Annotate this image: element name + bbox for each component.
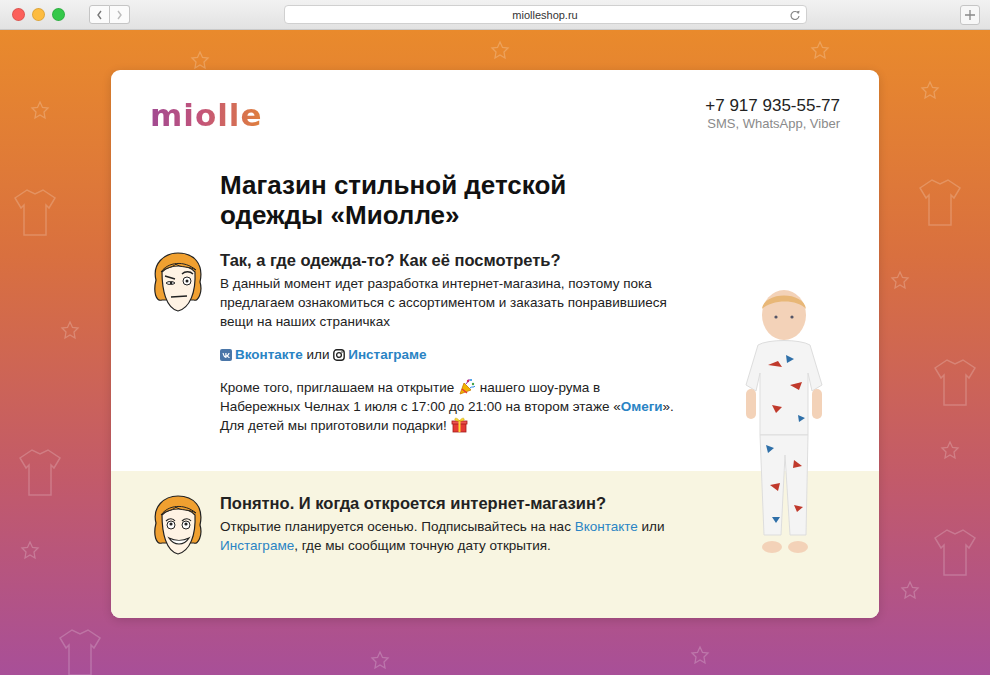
messenger-list: SMS, WhatsApp, Viber [705, 116, 840, 132]
vk-icon [220, 349, 232, 361]
reload-icon [789, 9, 801, 21]
zoom-button[interactable] [52, 8, 65, 21]
faq-answer: Понятно. И когда откроется интернет-мага… [220, 493, 680, 560]
minimize-button[interactable] [32, 8, 45, 21]
text: или [303, 347, 333, 362]
skeptical-face-icon [150, 250, 205, 314]
faq-question: Понятно. И когда откроется интернет-мага… [220, 493, 680, 513]
text-link[interactable]: Вконтакте [575, 519, 638, 534]
forward-arrow-icon [115, 9, 124, 21]
instagram-icon [333, 349, 345, 361]
phone-number[interactable]: +7 917 935-55-77 [705, 96, 840, 116]
gift-icon [451, 416, 468, 433]
window-controls [12, 8, 65, 21]
browser-toolbar: miolleshop.ru [0, 0, 990, 30]
url-text[interactable]: miolleshop.ru [512, 9, 577, 21]
text-link[interactable]: Омеги [621, 399, 663, 414]
child-photo [728, 285, 840, 558]
text: или [638, 519, 665, 534]
link-text[interactable]: Инстаграме [348, 347, 426, 362]
text: В данный момент идет разработка интернет… [220, 276, 667, 329]
navigation-buttons [89, 5, 130, 24]
page-title: Магазин стильной детской одежды «Миолле» [220, 170, 640, 230]
page-background: miolle +7 917 935-55-77SMS, WhatsApp, Vib… [0, 30, 990, 675]
new-tab-button[interactable] [960, 5, 980, 25]
faq-paragraph: Открытие планируется осенью. Подписывайт… [220, 517, 680, 555]
text: Открытие планируется осенью. Подписывайт… [220, 519, 575, 534]
faq-question: Так, а где одежда-то? Как её посмотреть? [220, 250, 680, 270]
faq-paragraph: В данный момент идет разработка интернет… [220, 274, 680, 331]
faq-paragraph: Кроме того, приглашаем на открытие нашег… [220, 378, 680, 435]
forward-button[interactable] [110, 5, 130, 24]
instagram-link[interactable]: Инстаграме [333, 347, 426, 362]
party-popper-icon [458, 378, 476, 395]
link-text[interactable]: Вконтакте [235, 347, 303, 362]
back-button[interactable] [89, 5, 110, 24]
back-arrow-icon [95, 9, 104, 21]
text-link[interactable]: Инстаграме [220, 538, 294, 553]
faq-answer: Так, а где одежда-то? Как её посмотреть?… [220, 250, 680, 435]
vk-link[interactable]: Вконтакте [220, 347, 303, 362]
close-button[interactable] [12, 8, 25, 21]
contact-info: +7 917 935-55-77SMS, WhatsApp, Viber [705, 96, 840, 132]
logo[interactable]: miolle [150, 96, 263, 131]
plus-icon [964, 9, 976, 21]
header: miolle +7 917 935-55-77SMS, WhatsApp, Vib… [111, 70, 879, 132]
text: , где мы сообщим точную дату открытия. [294, 538, 551, 553]
address-bar[interactable]: miolleshop.ru [284, 5, 807, 24]
happy-face-icon [150, 493, 205, 557]
content-card: miolle +7 917 935-55-77SMS, WhatsApp, Vib… [111, 70, 879, 618]
text: Кроме того, приглашаем на открытие [220, 380, 458, 395]
faq-paragraph: Вконтакте или Инстаграме [220, 345, 680, 364]
